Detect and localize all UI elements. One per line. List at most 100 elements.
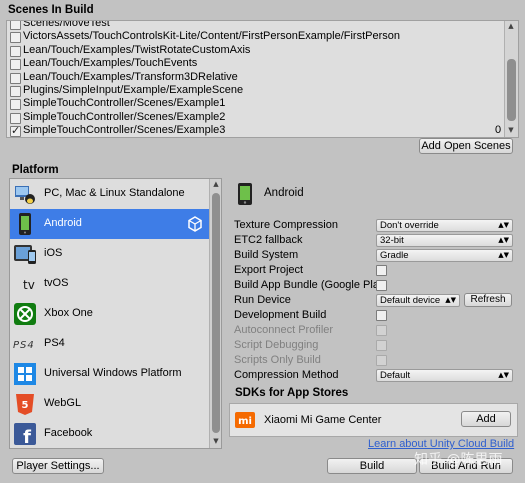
add-open-scenes-button[interactable]: Add Open Scenes [419, 138, 513, 154]
scenes-scroll-thumb[interactable] [507, 59, 516, 121]
scroll-up-icon[interactable]: ▲ [210, 180, 221, 188]
scene-row[interactable]: Scenes/MoveTest [7, 21, 502, 30]
watermark: 知乎 @陈思雨 [414, 452, 503, 468]
windows-icon [13, 362, 37, 386]
scene-checkbox[interactable] [10, 72, 21, 84]
build-system-dropdown[interactable]: Gradle ▲▼ [376, 249, 513, 262]
scene-checkbox[interactable] [10, 59, 21, 71]
scene-checkbox[interactable] [10, 32, 21, 44]
platform-item-xbox-one[interactable]: Xbox One [10, 299, 210, 329]
sdk-box: mi Xiaomi Mi Game Center Add [229, 403, 518, 437]
scene-checkbox[interactable] [10, 86, 21, 97]
platform-label: WebGL [44, 397, 82, 409]
scene-checkbox[interactable] [10, 45, 21, 57]
scene-row[interactable]: Lean/Touch/Examples/Transform3DRelative [7, 71, 502, 84]
etc2-fallback-label: ETC2 fallback [234, 234, 303, 246]
platform-label: Facebook [44, 427, 93, 439]
platform-item-android[interactable]: Android [10, 209, 210, 239]
sdk-item-label: Xiaomi Mi Game Center [264, 414, 382, 426]
scenes-list[interactable]: Scenes/MoveTest VictorsAssets/TouchContro… [6, 20, 519, 138]
platform-label: tvOS [44, 277, 69, 289]
scene-row[interactable]: Plugins/SimpleInput/Example/ExampleScene [7, 84, 502, 97]
platform-item-pc-mac-linux-standalone[interactable]: PC, Mac & Linux Standalone [10, 179, 210, 209]
add-sdk-button[interactable]: Add [461, 411, 511, 427]
scene-label: VictorsAssets/TouchControlsKit-Lite/Cont… [23, 30, 400, 43]
scene-index: 0 [495, 124, 502, 137]
platform-item-ios[interactable]: iOS [10, 239, 210, 269]
player-settings-button[interactable]: Player Settings... [12, 458, 104, 474]
platform-scroll-thumb[interactable] [212, 193, 220, 433]
script-debugging-checkbox [376, 340, 387, 351]
export-project-label: Export Project [234, 264, 304, 276]
dropdown-arrow-icon: ▲▼ [498, 371, 509, 379]
html5-icon: 5 [13, 392, 37, 416]
run-device-label: Run Device [234, 294, 291, 306]
compression-method-label: Compression Method [234, 369, 339, 381]
svg-text:PS4: PS4 [13, 340, 35, 351]
platform-item-facebook[interactable]: f Facebook [10, 419, 210, 448]
scroll-down-icon[interactable]: ▼ [210, 437, 221, 445]
platform-list[interactable]: PC, Mac & Linux Standalone Android iOS tv tv… [9, 178, 222, 449]
compression-method-dropdown[interactable]: Default ▲▼ [376, 369, 513, 382]
dropdown-arrow-icon: ▲▼ [498, 251, 509, 259]
platform-label: iOS [44, 247, 63, 259]
scene-row[interactable]: SimpleTouchController/Scenes/Example3 0 [7, 124, 502, 137]
platform-label: PC, Mac & Linux Standalone [44, 187, 185, 199]
build-app-bundle-checkbox[interactable] [376, 280, 387, 291]
texture-compression-dropdown[interactable]: Don't override ▲▼ [376, 219, 513, 232]
platform-label: PS4 [44, 337, 65, 349]
scene-checkbox[interactable] [10, 112, 21, 124]
refresh-button[interactable]: Refresh [464, 293, 512, 307]
scene-row[interactable]: SimpleTouchController/Scenes/Example2 [7, 111, 502, 124]
platform-item-webgl[interactable]: 5 WebGL [10, 389, 210, 419]
platform-item-universal-windows-platform[interactable]: Universal Windows Platform [10, 359, 210, 389]
texture-compression-label: Texture Compression [234, 219, 338, 231]
scene-checkbox[interactable] [10, 21, 21, 30]
scene-row[interactable]: SimpleTouchController/Scenes/Example1 [7, 97, 502, 111]
scene-label: Plugins/SimpleInput/Example/ExampleScene [23, 84, 244, 96]
pc-mac-linux-icon [13, 182, 37, 206]
platform-label: Xbox One [44, 307, 93, 319]
android-phone-icon [237, 182, 253, 206]
platform-item-tvos[interactable]: tv tvOS [10, 269, 210, 299]
scene-row[interactable]: VictorsAssets/TouchControlsKit-Lite/Cont… [7, 30, 502, 44]
scene-label: Lean/Touch/Examples/Transform3DRelative [23, 70, 238, 83]
scene-label: SimpleTouchController/Scenes/Example3 [23, 124, 226, 137]
ios-icon [13, 242, 37, 266]
scenes-in-build-title: Scenes In Build [8, 4, 94, 16]
ps4-icon: PS4 [13, 332, 37, 356]
scene-label: SimpleTouchController/Scenes/Example2 [23, 110, 226, 123]
dropdown-arrow-icon: ▲▼ [498, 236, 509, 244]
scene-label: SimpleTouchController/Scenes/Example1 [23, 97, 226, 110]
autoconnect-profiler-checkbox [376, 325, 387, 336]
svg-text:mi: mi [238, 416, 252, 427]
xiaomi-icon: mi [235, 412, 255, 428]
dropdown-arrow-icon: ▲▼ [498, 221, 509, 229]
facebook-icon: f [13, 422, 37, 448]
scripts-only-build-label: Scripts Only Build [234, 354, 321, 366]
scene-checkbox[interactable] [10, 99, 21, 111]
scroll-down-icon[interactable]: ▼ [505, 126, 517, 134]
xbox-icon [13, 302, 37, 326]
scroll-up-icon[interactable]: ▲ [505, 22, 517, 30]
platform-title: Platform [12, 164, 59, 176]
scene-label: Lean/Touch/Examples/TwistRotateCustomAxi… [23, 43, 251, 56]
export-project-checkbox[interactable] [376, 265, 387, 276]
platform-label: Universal Windows Platform [44, 367, 182, 379]
scene-checkbox[interactable] [10, 124, 21, 137]
etc2-fallback-dropdown[interactable]: 32-bit ▲▼ [376, 234, 513, 247]
platform-scrollbar[interactable]: ▲ ▼ [209, 179, 221, 448]
script-debugging-label: Script Debugging [234, 339, 319, 351]
run-device-dropdown[interactable]: Default device ▲▼ [376, 294, 460, 307]
scene-row[interactable]: Lean/Touch/Examples/TouchEvents [7, 57, 502, 71]
platform-item-ps4[interactable]: PS4 PS4 [10, 329, 210, 359]
scene-label: Lean/Touch/Examples/TouchEvents [23, 57, 198, 70]
sdks-title: SDKs for App Stores [235, 387, 349, 399]
android-icon [13, 212, 37, 236]
platform-label: Android [44, 217, 82, 229]
scene-row[interactable]: Lean/Touch/Examples/TwistRotateCustomAxi… [7, 44, 502, 57]
scenes-scrollbar[interactable]: ▲ ▼ [504, 21, 518, 137]
development-build-checkbox[interactable] [376, 310, 387, 321]
build-button[interactable]: Build [327, 458, 417, 474]
selected-platform-name: Android [264, 187, 304, 199]
